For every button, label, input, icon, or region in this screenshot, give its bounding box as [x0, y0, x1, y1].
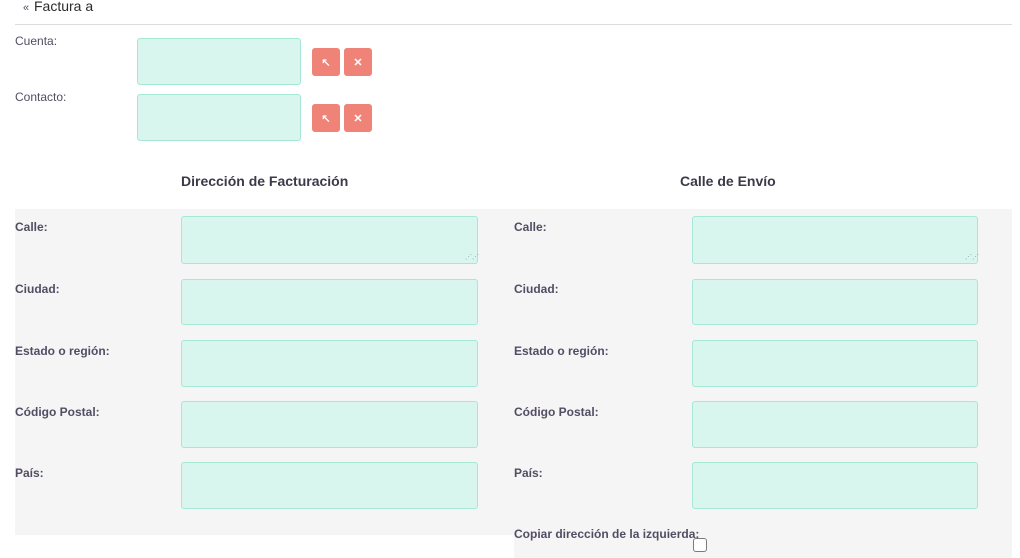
section-divider	[15, 535, 514, 558]
account-label: Cuenta:	[15, 34, 58, 48]
billing-city-input[interactable]	[181, 279, 478, 325]
panel-title: Factura a	[34, 0, 94, 14]
shipping-heading: Calle de Envío	[680, 173, 776, 189]
billing-postal-input[interactable]	[181, 401, 478, 448]
panel-header-factura[interactable]: « Factura a	[15, 0, 1012, 25]
billing-country-input[interactable]	[181, 462, 478, 509]
shipping-state-label: Estado o región:	[514, 344, 609, 358]
shipping-country-input[interactable]	[692, 462, 978, 509]
billing-postal-label: Código Postal:	[15, 405, 100, 419]
shipping-postal-label: Código Postal:	[514, 405, 599, 419]
resize-handle-icon[interactable]: ⋰⋰	[465, 254, 479, 261]
select-account-button[interactable]: ↖	[312, 48, 340, 76]
shipping-postal-input[interactable]	[692, 401, 978, 448]
resize-handle-icon[interactable]: ⋰⋰	[965, 254, 979, 261]
close-icon: ✕	[353, 56, 363, 69]
contact-label: Contacto:	[15, 90, 67, 104]
billing-street-textarea[interactable]: ⋰⋰	[181, 216, 479, 264]
shipping-street-textarea[interactable]: ⋰⋰	[692, 216, 979, 264]
copy-address-label: Copiar dirección de la izquierda:	[514, 527, 700, 541]
billing-state-label: Estado o región:	[15, 344, 110, 358]
collapse-chevron-icon[interactable]: «	[23, 2, 29, 14]
contact-input[interactable]	[137, 94, 301, 141]
copy-address-checkbox[interactable]	[693, 538, 707, 552]
shipping-state-input[interactable]	[692, 340, 978, 387]
shipping-street-label: Calle:	[514, 220, 547, 234]
billing-state-input[interactable]	[181, 340, 478, 387]
close-icon: ✕	[353, 112, 363, 125]
shipping-city-label: Ciudad:	[514, 282, 559, 296]
billing-street-label: Calle:	[15, 220, 48, 234]
shipping-city-input[interactable]	[692, 279, 978, 325]
billing-heading: Dirección de Facturación	[181, 173, 349, 189]
shipping-country-label: País:	[514, 466, 543, 480]
select-arrow-icon: ↖	[321, 56, 331, 69]
select-contact-button[interactable]: ↖	[312, 104, 340, 132]
account-input[interactable]	[137, 38, 301, 85]
billing-country-label: País:	[15, 466, 44, 480]
billing-city-label: Ciudad:	[15, 282, 60, 296]
clear-account-button[interactable]: ✕	[344, 48, 372, 76]
select-arrow-icon: ↖	[321, 112, 331, 125]
clear-contact-button[interactable]: ✕	[344, 104, 372, 132]
